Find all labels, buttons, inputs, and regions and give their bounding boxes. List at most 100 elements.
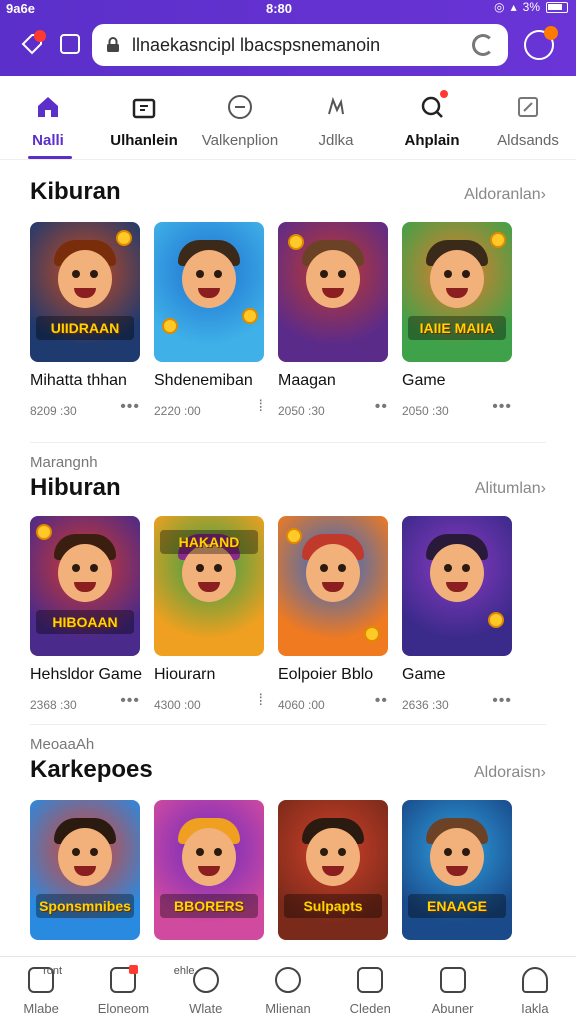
character-face bbox=[182, 828, 236, 886]
notification-dot bbox=[129, 965, 139, 974]
game-logo-text: Sponsmnibes bbox=[36, 894, 134, 918]
nav-label: Abuner bbox=[431, 1001, 474, 1016]
nav-item-home[interactable]: ront Mlabe bbox=[0, 957, 82, 1024]
coin-icon bbox=[364, 626, 380, 642]
section-title: Karkepoes bbox=[30, 756, 153, 783]
game-thumbnail[interactable]: HIBOAAN bbox=[30, 516, 140, 656]
game-thumbnail[interactable] bbox=[402, 516, 512, 656]
more-options-icon[interactable]: ••• bbox=[120, 398, 140, 416]
tab-games[interactable]: Valkenplion bbox=[192, 76, 288, 159]
nav-sublabel: ront bbox=[43, 965, 63, 977]
nav-item-refresh[interactable]: ehle Wlate bbox=[165, 957, 247, 1024]
nav-label: Iakla bbox=[521, 1001, 549, 1016]
game-thumbnail[interactable]: UIIDRAAN bbox=[30, 222, 140, 362]
more-options-icon[interactable]: •• bbox=[375, 692, 388, 710]
game-card[interactable]: HAKAND Hiourarn 4300 :00 ⁞ bbox=[154, 516, 264, 712]
coin-icon bbox=[490, 232, 506, 248]
game-card[interactable]: Sulpapts bbox=[278, 800, 388, 940]
game-card[interactable]: Game 2636 :30 ••• bbox=[402, 516, 512, 712]
tab-pets[interactable]: Jdlka bbox=[288, 76, 384, 159]
tab-label: Ahplain bbox=[404, 132, 460, 149]
game-meta: 2050 :30 bbox=[402, 404, 449, 418]
tab-edit[interactable]: Aldsands bbox=[480, 76, 576, 159]
edit-icon bbox=[439, 967, 466, 993]
nav-item-document[interactable]: Eloneom bbox=[82, 957, 164, 1024]
more-options-icon[interactable]: •• bbox=[375, 398, 388, 416]
game-logo-text: ENAAGE bbox=[408, 894, 506, 918]
game-thumbnail[interactable]: Sponsmnibes bbox=[30, 800, 140, 940]
tab-search[interactable]: Ahplain bbox=[384, 76, 480, 159]
see-all-link[interactable]: Alitumlan› bbox=[475, 480, 546, 498]
coin-icon bbox=[286, 528, 302, 544]
game-card[interactable]: Sponsmnibes bbox=[30, 800, 140, 940]
nav-sublabel: ehle bbox=[173, 965, 195, 977]
see-all-link[interactable]: Aldoraisn› bbox=[474, 764, 546, 782]
character-face bbox=[58, 544, 112, 602]
more-options-icon[interactable]: ••• bbox=[492, 398, 512, 416]
browser-left-controls bbox=[18, 30, 84, 58]
game-thumbnail[interactable] bbox=[278, 516, 388, 656]
tab-label: Valkenplion bbox=[201, 132, 279, 149]
game-card[interactable]: BBORERS bbox=[154, 800, 264, 940]
nav-item-flower[interactable]: Mlienan bbox=[247, 957, 329, 1024]
nav-item-wallet[interactable]: Cleden bbox=[329, 957, 411, 1024]
game-title: Game bbox=[402, 372, 446, 389]
user-icon bbox=[521, 967, 548, 993]
game-title: Maagan bbox=[278, 372, 336, 389]
section-subtitle: Marangnh bbox=[30, 454, 98, 471]
character-face bbox=[430, 544, 484, 602]
game-thumbnail[interactable]: ENAAGE bbox=[402, 800, 512, 940]
section-hiburan: Marangnh Hiburan Alitumlan› HIBOAAN Hehs… bbox=[0, 444, 576, 724]
see-all-link[interactable]: Aldoranlan› bbox=[464, 186, 546, 204]
character-face bbox=[58, 250, 112, 308]
section-title: Hiburan bbox=[30, 474, 121, 501]
game-thumbnail[interactable]: BBORERS bbox=[154, 800, 264, 940]
section-title: Kiburan bbox=[30, 178, 121, 205]
game-meta: 8209 :30 bbox=[30, 404, 77, 418]
tab-home[interactable]: Nalli bbox=[0, 76, 96, 159]
coin-icon bbox=[162, 318, 178, 334]
more-options-icon[interactable]: ⁞ bbox=[259, 398, 264, 416]
nav-item-edit[interactable]: Abuner bbox=[411, 957, 493, 1024]
tab-gifts[interactable]: Ulhanlein bbox=[96, 76, 192, 159]
game-card[interactable]: HIBOAAN Hehsldor Game 2368 :30 ••• bbox=[30, 516, 142, 712]
section-divider bbox=[30, 724, 546, 725]
game-thumbnail[interactable] bbox=[278, 222, 388, 362]
section-kiburan: Kiburan Aldoranlan› UIIDRAAN Mihatta thh… bbox=[0, 160, 576, 440]
game-thumbnail[interactable]: Sulpapts bbox=[278, 800, 388, 940]
coin-icon bbox=[36, 524, 52, 540]
coin-icon bbox=[288, 234, 304, 250]
coin-icon bbox=[116, 230, 132, 246]
nav-label: Eloneom bbox=[97, 1001, 150, 1016]
coin-icon bbox=[242, 308, 258, 324]
profile-button[interactable] bbox=[524, 26, 558, 60]
section-subtitle: MeoaaAh bbox=[30, 736, 95, 753]
tag-icon[interactable] bbox=[18, 30, 46, 58]
battery-icon bbox=[546, 1, 568, 13]
edit-icon bbox=[513, 92, 543, 122]
game-card[interactable]: Shdenemiban 2220 :00 ⁞ bbox=[154, 222, 264, 418]
tabs-icon[interactable] bbox=[56, 30, 84, 58]
system-icons: ◎ ▴ 3% bbox=[494, 0, 568, 14]
status-bar: 9a6e 8:80 ◎ ▴ 3% bbox=[0, 0, 576, 18]
url-text[interactable]: llnaekasncipl lbacspsnemanoin bbox=[132, 35, 472, 56]
section-divider bbox=[30, 442, 546, 443]
address-bar[interactable]: llnaekasncipl lbacspsnemanoin bbox=[92, 24, 508, 66]
character-face bbox=[182, 250, 236, 308]
game-thumbnail[interactable] bbox=[154, 222, 264, 362]
more-options-icon[interactable]: ⁞ bbox=[259, 692, 264, 710]
card-row: Sponsmnibes BBORERS Sulpapts ENAAGE bbox=[30, 800, 512, 940]
game-thumbnail[interactable]: IAIIE MAIIA bbox=[402, 222, 512, 362]
dice-icon bbox=[225, 92, 255, 122]
game-card[interactable]: Eolpoier Bblo 4060 :00 •• bbox=[278, 516, 388, 712]
game-card[interactable]: UIIDRAAN Mihatta thhan 8209 :30 ••• bbox=[30, 222, 140, 418]
reload-icon[interactable] bbox=[472, 34, 494, 56]
more-options-icon[interactable]: ••• bbox=[120, 692, 140, 710]
game-card[interactable]: Maagan 2050 :30 •• bbox=[278, 222, 388, 418]
game-card[interactable]: ENAAGE bbox=[402, 800, 512, 940]
game-card[interactable]: IAIIE MAIIA Game 2050 :30 ••• bbox=[402, 222, 512, 418]
nav-item-profile[interactable]: Iakla bbox=[494, 957, 576, 1024]
game-thumbnail[interactable]: HAKAND bbox=[154, 516, 264, 656]
game-title: Hehsldor Game bbox=[30, 666, 143, 683]
more-options-icon[interactable]: ••• bbox=[492, 692, 512, 710]
